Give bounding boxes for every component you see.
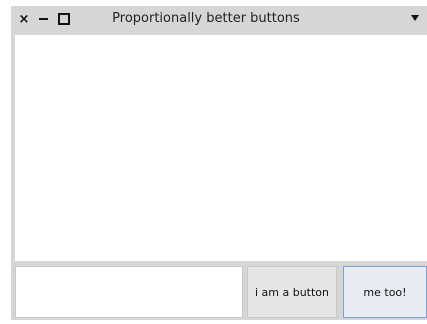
app-window: × Proportionally better buttons i am a b… (11, 6, 427, 320)
bottom-row: i am a button me too! (15, 266, 427, 318)
content-area (15, 35, 427, 261)
window-menu-icon[interactable] (411, 15, 419, 21)
text-input[interactable] (15, 266, 243, 318)
i-am-a-button-button[interactable]: i am a button (247, 266, 337, 318)
me-too-button[interactable]: me too! (343, 266, 427, 318)
window-title: Proportionally better buttons (112, 11, 300, 26)
title-bar[interactable]: × Proportionally better buttons (11, 6, 427, 32)
